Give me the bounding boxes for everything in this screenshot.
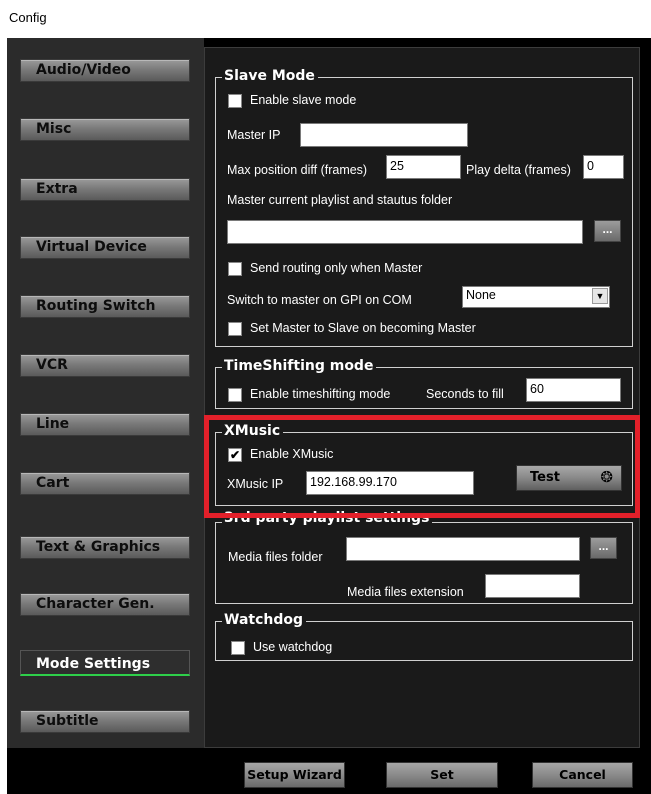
chevron-down-icon[interactable]: ▼ bbox=[592, 288, 608, 304]
sidebar-item-cart[interactable]: Cart bbox=[20, 472, 190, 495]
seconds-to-fill-label: Seconds to fill bbox=[426, 387, 504, 401]
media-folder-browse-button[interactable]: ... bbox=[590, 537, 617, 559]
use-watchdog-checkbox[interactable] bbox=[231, 641, 245, 655]
window-title: Config bbox=[9, 10, 47, 25]
media-extension-input[interactable] bbox=[485, 574, 580, 598]
media-extension-label: Media files extension bbox=[347, 585, 464, 599]
enable-slave-mode-label: Enable slave mode bbox=[250, 93, 357, 107]
send-routing-label: Send routing only when Master bbox=[250, 261, 423, 275]
playlist-folder-label: Master current playlist and stautus fold… bbox=[227, 193, 453, 207]
sidebar-item-mode-settings[interactable]: Mode Settings bbox=[20, 650, 190, 676]
sidebar-item-misc[interactable]: Misc bbox=[20, 118, 190, 141]
sidebar-item-subtitle[interactable]: Subtitle bbox=[20, 710, 190, 733]
watchdog-title: Watchdog bbox=[222, 612, 307, 628]
title-bar: Config bbox=[0, 0, 651, 38]
media-folder-label: Media files folder bbox=[228, 550, 323, 564]
sidebar-item-text-graphics[interactable]: Text & Graphics bbox=[20, 536, 190, 559]
sidebar bbox=[7, 38, 204, 748]
set-master-checkbox[interactable] bbox=[228, 322, 242, 336]
media-folder-input[interactable] bbox=[346, 537, 580, 561]
sidebar-item-extra[interactable]: Extra bbox=[20, 178, 190, 201]
max-position-diff-label: Max position diff (frames) bbox=[227, 163, 368, 177]
playlist-folder-input[interactable] bbox=[227, 220, 583, 244]
send-routing-checkbox[interactable] bbox=[228, 262, 242, 276]
master-ip-label: Master IP bbox=[227, 128, 281, 142]
switch-master-value: None bbox=[466, 288, 496, 302]
set-master-label: Set Master to Slave on becoming Master bbox=[250, 321, 476, 335]
sidebar-item-routing-switch[interactable]: Routing Switch bbox=[20, 295, 190, 318]
master-ip-input[interactable] bbox=[300, 123, 468, 147]
enable-timeshifting-checkbox[interactable] bbox=[228, 388, 242, 402]
sidebar-item-audio-video[interactable]: Audio/Video bbox=[20, 59, 190, 82]
enable-timeshifting-label: Enable timeshifting mode bbox=[250, 387, 391, 401]
slave-mode-title: Slave Mode bbox=[222, 68, 318, 84]
xmusic-highlight-frame bbox=[204, 415, 640, 518]
sidebar-item-character-gen[interactable]: Character Gen. bbox=[20, 593, 190, 616]
seconds-to-fill-input[interactable]: 60 bbox=[526, 378, 621, 402]
sidebar-item-line[interactable]: Line bbox=[20, 413, 190, 436]
timeshifting-title: TimeShifting mode bbox=[222, 358, 377, 374]
sidebar-item-vcr[interactable]: VCR bbox=[20, 354, 190, 377]
enable-slave-mode-checkbox[interactable] bbox=[228, 94, 242, 108]
setup-wizard-button[interactable]: Setup Wizard bbox=[244, 762, 345, 788]
play-delta-label: Play delta (frames) bbox=[466, 163, 571, 177]
sidebar-item-virtual-device[interactable]: Virtual Device bbox=[20, 236, 190, 259]
switch-master-dropdown[interactable]: None ▼ bbox=[462, 286, 610, 308]
max-position-diff-input[interactable]: 25 bbox=[386, 155, 461, 179]
playlist-folder-browse-button[interactable]: ... bbox=[594, 220, 621, 242]
play-delta-input[interactable]: 0 bbox=[583, 155, 624, 179]
cancel-button[interactable]: Cancel bbox=[532, 762, 633, 788]
switch-master-label: Switch to master on GPI on COM bbox=[227, 293, 412, 307]
set-button[interactable]: Set bbox=[386, 762, 498, 788]
use-watchdog-label: Use watchdog bbox=[253, 640, 333, 654]
